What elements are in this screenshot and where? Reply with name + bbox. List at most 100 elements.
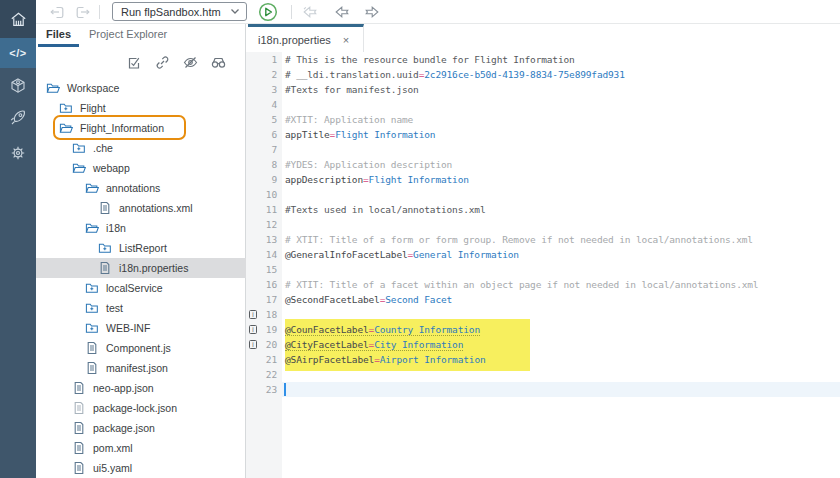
code-editor[interactable]: 1# This is the resource bundle for Fligh…	[246, 52, 840, 478]
tree-item-annotations[interactable]: annotations	[36, 178, 246, 198]
code-line-4[interactable]: 4	[246, 97, 840, 112]
file-explorer-panel: Files Project Explorer	[36, 24, 246, 478]
tree-item-ui5-yaml[interactable]: ui5.yaml	[36, 458, 246, 478]
info-icon[interactable]: i	[249, 310, 257, 319]
code-line-21[interactable]: 21@SAirpFacetLabel=Airport Information	[246, 352, 840, 367]
navigate-back-icon[interactable]	[48, 3, 66, 21]
run-configuration-select[interactable]: Run flpSandbox.htm	[112, 2, 247, 21]
sidebar-item-code-editor[interactable]: </>	[0, 38, 36, 68]
code-line-18[interactable]: i18	[246, 307, 840, 322]
code-line-14[interactable]: 14@GeneralInfoFacetLabel=General Informa…	[246, 247, 840, 262]
line-number: 16	[246, 277, 277, 292]
code-line-19[interactable]: i19@CounFacetLabel=Country Information	[246, 322, 840, 337]
code-line-7[interactable]: 7	[246, 142, 840, 157]
editor-tab-bar: i18n.properties ×	[246, 24, 840, 52]
line-text: appTitle=Flight Information	[285, 129, 435, 140]
line-text: #YDES: Application description	[285, 159, 452, 170]
tree-item-label: pom.xml	[93, 442, 133, 454]
tree-item-listreport[interactable]: ListReport	[36, 238, 246, 258]
code-line-20[interactable]: i20@CityFacetLabel=City Information	[246, 337, 840, 352]
line-number: 23	[246, 382, 277, 397]
code-line-12[interactable]: 12	[246, 217, 840, 232]
code-line-3[interactable]: 3#Texts for manifest.json	[246, 82, 840, 97]
folder-collapsed-icon	[85, 281, 99, 295]
tree-item-package-json[interactable]: package.json	[36, 418, 246, 438]
line-text: @CounFacetLabel=Country Information	[285, 324, 480, 336]
info-icon[interactable]: i	[249, 340, 257, 349]
tree-item-i18n[interactable]: i18n	[36, 218, 246, 238]
tree-item-label: Workspace	[67, 82, 119, 94]
tree-item-webapp[interactable]: webapp	[36, 158, 246, 178]
line-number: 4	[246, 97, 277, 112]
link-icon[interactable]	[154, 54, 171, 71]
line-number: 17	[246, 292, 277, 307]
line-text: #Texts used in local/annotations.xml	[285, 204, 486, 215]
line-number: 15	[246, 262, 277, 277]
package-icon	[8, 76, 28, 96]
code-line-8[interactable]: 8#YDES: Application description	[246, 157, 840, 172]
code-line-5[interactable]: 5#XTIT: Application name	[246, 112, 840, 127]
run-button[interactable]	[258, 2, 276, 20]
code-line-6[interactable]: 6 appTitle=Flight Information	[246, 127, 840, 142]
tab-i18n-properties[interactable]: i18n.properties ×	[248, 24, 364, 52]
folder-collapsed-icon	[85, 321, 99, 335]
tree-item-label: localService	[106, 282, 163, 294]
line-text: # XTIT: Title of a facet within an objec…	[285, 279, 758, 290]
toolbar-separator	[291, 5, 292, 19]
folder-collapsed-icon	[72, 141, 86, 155]
tree-item-web-inf[interactable]: WEB-INF	[36, 318, 246, 338]
tree-item-label: ui5.yaml	[93, 462, 132, 474]
arrow-left-icon[interactable]	[333, 3, 351, 21]
tab-project-explorer[interactable]: Project Explorer	[89, 28, 167, 40]
tree-item-workspace[interactable]: Workspace	[36, 78, 246, 98]
tree-item-component-js[interactable]: Component.js	[36, 338, 246, 358]
rocket-icon	[8, 108, 28, 128]
tab-files[interactable]: Files	[46, 28, 71, 40]
tree-item-annotations-xml[interactable]: annotations.xml	[36, 198, 246, 218]
line-number: 12	[246, 217, 277, 232]
tree-item-localservice[interactable]: localService	[36, 278, 246, 298]
folder-open-icon	[85, 181, 99, 195]
tree-item-i18n-properties[interactable]: i18n.properties	[36, 258, 246, 278]
sidebar-item-home[interactable]	[0, 0, 36, 38]
line-text: @SAirpFacetLabel=Airport Information	[285, 354, 486, 365]
sidebar-item-packages[interactable]	[0, 72, 36, 100]
tree-item-manifest-json[interactable]: manifest.json	[36, 358, 246, 378]
line-number: 3	[246, 82, 277, 97]
code-line-23[interactable]: 23	[246, 382, 840, 397]
code-line-13[interactable]: 13# XTIT: Title of a form or form group.…	[246, 232, 840, 247]
code-line-9[interactable]: 9appDescription=Flight Information	[246, 172, 840, 187]
code-line-11[interactable]: 11#Texts used in local/annotations.xml	[246, 202, 840, 217]
gear-icon	[8, 143, 28, 163]
arrow-left-start-icon[interactable]	[301, 3, 319, 21]
code-line-16[interactable]: 16 # XTIT: Title of a facet within an obj…	[246, 277, 840, 292]
arrow-right-icon[interactable]	[363, 3, 381, 21]
close-icon[interactable]: ×	[343, 34, 349, 46]
run-configuration-label: Run flpSandbox.htm	[121, 6, 230, 18]
line-text: @CityFacetLabel=City Information	[285, 339, 463, 351]
collapse-all-icon[interactable]	[126, 54, 143, 71]
code-line-10[interactable]: 10	[246, 187, 840, 202]
code-line-1[interactable]: 1# This is the resource bundle for Fligh…	[246, 52, 840, 67]
line-text: # __ldi.translation.uuid=2c2916ce-b50d-4…	[285, 69, 625, 80]
line-number: 6	[246, 127, 277, 142]
tree-item--che[interactable]: .che	[36, 138, 246, 158]
tree-item-pom-xml[interactable]: pom.xml	[36, 438, 246, 458]
line-text: @SecondFacetLabel=Second Facet	[285, 294, 452, 305]
code-line-2[interactable]: 2# __ldi.translation.uuid=2c2916ce-b50d-…	[246, 67, 840, 82]
code-line-15[interactable]: 15	[246, 262, 840, 277]
sidebar-item-settings[interactable]	[0, 139, 36, 167]
navigate-forward-icon[interactable]	[74, 3, 92, 21]
binoculars-icon[interactable]	[210, 54, 227, 71]
code-line-22[interactable]: 22	[246, 367, 840, 382]
tree-item-package-lock-json[interactable]: package-lock.json	[36, 398, 246, 418]
hide-eye-icon[interactable]	[182, 54, 199, 71]
code-line-17[interactable]: 17 @SecondFacetLabel=Second Facet	[246, 292, 840, 307]
home-icon	[9, 10, 28, 29]
tree-item-test[interactable]: test	[36, 298, 246, 318]
sidebar-item-deploy[interactable]	[0, 104, 36, 132]
tree-item-label: Flight	[80, 102, 106, 114]
tree-item-label: .che	[93, 142, 113, 154]
tree-item-neo-app-json[interactable]: neo-app.json	[36, 378, 246, 398]
info-icon[interactable]: i	[249, 325, 257, 334]
